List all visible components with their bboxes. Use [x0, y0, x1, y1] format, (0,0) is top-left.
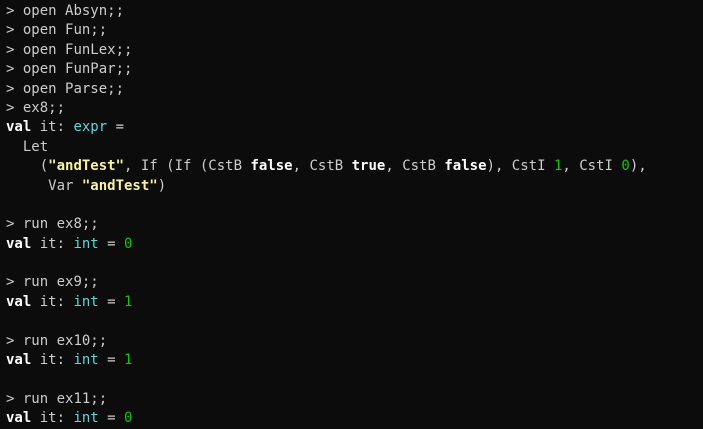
output-line-result-ex10: val it: int = 1: [6, 351, 703, 370]
output-line-let: Let: [6, 138, 703, 157]
command-text: ex8;;: [22, 99, 66, 116]
closing-paren: ): [157, 177, 167, 194]
command-line-open-absyn: > open Absyn;;: [6, 2, 703, 21]
command-text: run ex9;;: [22, 274, 99, 291]
prompt: >: [6, 99, 15, 116]
val-keyword: val: [6, 235, 32, 252]
command-line-run-ex11: > run ex11;;: [6, 390, 703, 409]
prompt: >: [6, 61, 15, 78]
command-line-run-ex9: > run ex9;;: [6, 273, 703, 292]
output-line-val-expr: val it: expr =: [6, 118, 703, 137]
command-text: open Absyn;;: [22, 3, 125, 19]
let-keyword: Let: [6, 138, 49, 155]
output-line-result-ex8: val it: int = 0: [6, 235, 703, 254]
equals-sign: =: [98, 235, 125, 252]
equals-sign: =: [98, 352, 125, 369]
it-label: it:: [31, 410, 74, 427]
command-line-open-parse: > open Parse;;: [6, 80, 703, 99]
command-line-run-ex10: > run ex10;;: [6, 332, 703, 351]
prompt: >: [6, 80, 15, 97]
val-keyword: val: [6, 352, 32, 369]
type-name: int: [73, 352, 99, 369]
prompt: >: [6, 41, 15, 58]
type-name: expr: [73, 119, 108, 136]
command-text: open Fun;;: [22, 22, 108, 39]
command-line-open-fun: > open Fun;;: [6, 21, 703, 40]
prompt: >: [6, 216, 15, 233]
type-name: int: [73, 235, 99, 252]
command-line-run-ex8: > run ex8;;: [6, 215, 703, 234]
type-name: int: [73, 293, 99, 310]
command-line-open-funpar: > open FunPar;;: [6, 60, 703, 79]
prompt: >: [6, 274, 15, 291]
val-keyword: val: [6, 293, 32, 310]
var-keyword: Var: [6, 177, 82, 194]
if-expression: , If (If (CstB: [124, 158, 251, 175]
result-value: 1: [124, 352, 133, 369]
result-value: 0: [124, 410, 133, 427]
command-text: run ex11;;: [22, 390, 108, 407]
prompt: >: [6, 332, 15, 349]
val-keyword: val: [6, 119, 32, 136]
bool-false: false: [444, 158, 487, 175]
csti-part: , CstI: [562, 158, 622, 175]
equals-sign: =: [98, 410, 125, 427]
prompt: >: [6, 390, 15, 407]
bool-false: false: [250, 158, 293, 175]
closing-tail: ),: [629, 158, 647, 175]
paren-open: (: [6, 158, 49, 175]
command-text: open FunPar;;: [22, 61, 133, 78]
result-value: 0: [124, 235, 133, 252]
it-label: it:: [31, 119, 74, 136]
cstb-separator: , CstB: [292, 158, 352, 175]
string-literal: "andTest": [48, 158, 125, 175]
equals-sign: =: [98, 293, 125, 310]
cstb-separator: , CstB: [385, 158, 445, 175]
it-label: it:: [31, 235, 74, 252]
output-line-var: Var "andTest"): [6, 177, 703, 196]
it-label: it:: [31, 352, 74, 369]
output-line-let-body: ("andTest", If (If (CstB false, CstB tru…: [6, 157, 703, 176]
equals-sign: =: [107, 119, 125, 136]
int-literal: 0: [621, 158, 630, 175]
output-line-result-ex11: val it: int = 0: [6, 409, 703, 428]
command-text: run ex8;;: [22, 216, 99, 233]
command-text: open FunLex;;: [22, 41, 133, 58]
type-name: int: [73, 410, 99, 427]
command-line-ex8: > ex8;;: [6, 99, 703, 118]
val-keyword: val: [6, 410, 32, 427]
command-line-open-funlex: > open FunLex;;: [6, 41, 703, 60]
string-literal: "andTest": [81, 177, 158, 194]
it-label: it:: [31, 293, 74, 310]
prompt: >: [6, 3, 15, 19]
command-text: run ex10;;: [22, 332, 108, 349]
command-text: open Parse;;: [22, 80, 125, 97]
bool-true: true: [351, 158, 386, 175]
output-line-result-ex9: val it: int = 1: [6, 293, 703, 312]
result-value: 1: [124, 293, 133, 310]
prompt: >: [6, 22, 15, 39]
terminal-window[interactable]: > open Absyn;; > open Fun;; > open FunLe…: [0, 0, 703, 428]
csti-part: ), CstI: [486, 158, 554, 175]
